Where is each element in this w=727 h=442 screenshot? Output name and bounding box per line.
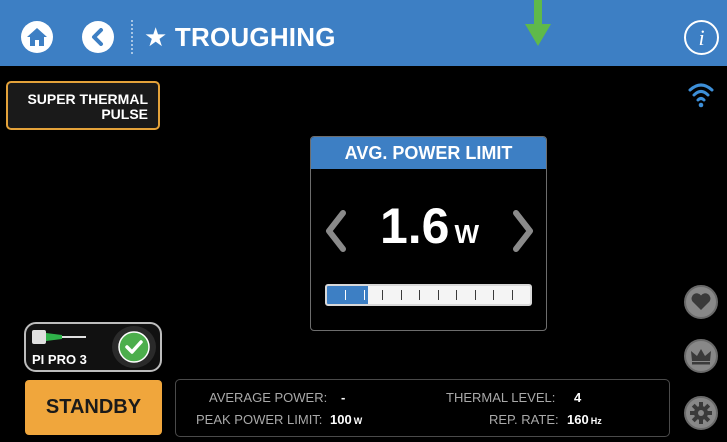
home-button[interactable] <box>21 21 53 53</box>
top-bar: ★ TROUGHING i <box>0 0 727 66</box>
increase-button[interactable] <box>510 209 536 253</box>
power-level-tick <box>475 290 476 300</box>
favorite-button[interactable] <box>684 285 718 319</box>
average-power-label: AVERAGE POWER: <box>209 390 328 405</box>
power-level-tick <box>364 290 365 300</box>
back-icon <box>92 28 103 46</box>
back-button[interactable] <box>82 21 114 53</box>
check-icon <box>118 331 150 363</box>
power-level-tick <box>512 290 513 300</box>
power-value: 1.6 <box>379 198 450 254</box>
handpiece-icon <box>32 330 86 344</box>
heart-icon <box>691 293 711 310</box>
power-level-fill <box>327 286 368 304</box>
wifi-icon <box>688 83 714 108</box>
home-icon <box>27 28 47 46</box>
power-level-tick <box>419 290 420 300</box>
page-title: ★ TROUGHING <box>144 22 336 52</box>
power-level-tick <box>493 290 494 300</box>
peak-power-limit-readout: 100 W <box>330 412 362 427</box>
peak-power-limit-value: 100 <box>330 412 352 427</box>
peak-power-limit-unit: W <box>353 416 363 426</box>
average-power-value: - <box>341 390 346 405</box>
thermal-level-label: THERMAL LEVEL: <box>446 390 556 405</box>
info-icon: i <box>698 24 705 50</box>
power-level-tick <box>382 290 383 300</box>
standby-button[interactable]: STANDBY <box>25 380 162 435</box>
panel-title: AVG. POWER LIMIT <box>311 137 546 169</box>
crown-button[interactable] <box>684 339 718 373</box>
handpiece-tip-card[interactable]: PI PRO 3 <box>24 322 162 372</box>
power-level-tick <box>456 290 457 300</box>
avg-power-limit-panel: AVG. POWER LIMIT 1.6 W <box>310 136 547 331</box>
header-divider <box>131 20 133 54</box>
power-level-bar[interactable] <box>325 284 532 306</box>
gear-icon <box>690 402 712 424</box>
status-panel: AVERAGE POWER: - PEAK POWER LIMIT: 100 W … <box>175 379 670 437</box>
rep-rate-label: REP. RATE: <box>489 412 559 427</box>
down-arrow-icon <box>525 0 551 46</box>
info-button[interactable]: i <box>684 20 719 55</box>
thermal-level-value: 4 <box>574 390 582 405</box>
crown-icon <box>691 349 711 365</box>
mode-button[interactable]: SUPER THERMAL PULSE <box>6 81 160 130</box>
mode-label-line1: SUPER THERMAL <box>27 91 148 107</box>
settings-button[interactable] <box>684 396 718 430</box>
mode-label-line2: PULSE <box>101 106 148 122</box>
power-level-tick <box>401 290 402 300</box>
power-unit: W <box>454 219 480 249</box>
rep-rate-value: 160 <box>567 412 589 427</box>
tip-status <box>112 326 156 368</box>
power-level-tick <box>438 290 439 300</box>
tip-name: PI PRO 3 <box>32 352 87 367</box>
peak-power-limit-label: PEAK POWER LIMIT: <box>196 412 323 427</box>
rep-rate-unit: Hz <box>590 416 602 426</box>
rep-rate-readout: 160 Hz <box>567 412 602 427</box>
power-level-tick <box>345 290 346 300</box>
